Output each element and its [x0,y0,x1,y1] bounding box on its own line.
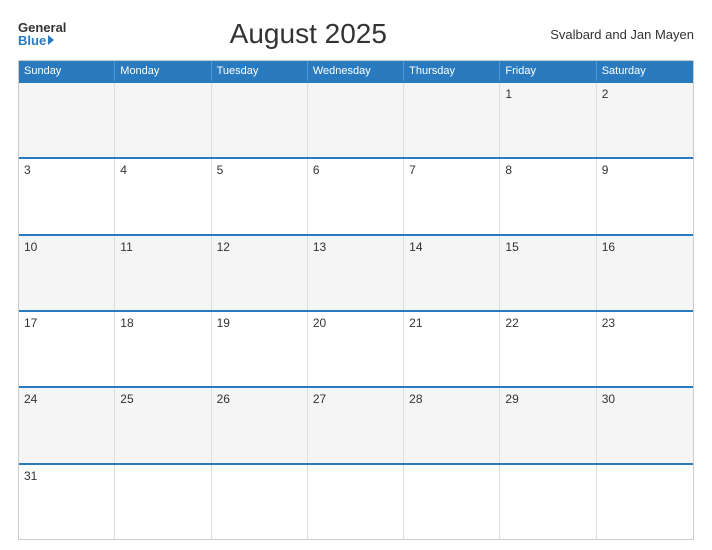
day-cell-27: 27 [308,388,404,462]
day-number: 10 [24,240,109,254]
day-cell-16: 16 [597,236,693,310]
day-cell-4: 4 [115,159,211,233]
day-number: 4 [120,163,205,177]
day-number: 22 [505,316,590,330]
day-cell-20: 20 [308,312,404,386]
day-number: 2 [602,87,688,101]
day-cell-30: 30 [597,388,693,462]
day-number: 6 [313,163,398,177]
day-cell-21: 21 [404,312,500,386]
day-cell-15: 15 [500,236,596,310]
day-cell-26: 26 [212,388,308,462]
day-number: 7 [409,163,494,177]
day-number: 16 [602,240,688,254]
day-cell-14: 14 [404,236,500,310]
day-number: 31 [24,469,109,483]
week-row-6: 31 [19,463,693,539]
day-number: 25 [120,392,205,406]
day-number: 14 [409,240,494,254]
day-number: 26 [217,392,302,406]
day-header-tuesday: Tuesday [212,61,308,81]
day-cell-2: 2 [597,83,693,157]
day-cell-10: 10 [19,236,115,310]
day-cell-7: 7 [404,159,500,233]
day-cell-13: 13 [308,236,404,310]
day-number: 8 [505,163,590,177]
day-number: 23 [602,316,688,330]
day-cell-9: 9 [597,159,693,233]
day-cell-empty [404,83,500,157]
day-number: 27 [313,392,398,406]
day-cell-17: 17 [19,312,115,386]
week-row-4: 17 18 19 20 21 22 23 [19,310,693,386]
day-headers-row: SundayMondayTuesdayWednesdayThursdayFrid… [19,61,693,81]
day-header-monday: Monday [115,61,211,81]
day-number: 12 [217,240,302,254]
day-number: 5 [217,163,302,177]
day-number: 17 [24,316,109,330]
day-number: 18 [120,316,205,330]
day-cell-empty [308,465,404,539]
day-cell-3: 3 [19,159,115,233]
calendar-page: General Blue August 2025 Svalbard and Ja… [0,0,712,550]
day-number: 15 [505,240,590,254]
day-number: 21 [409,316,494,330]
week-row-5: 24 25 26 27 28 29 30 [19,386,693,462]
day-cell-31: 31 [19,465,115,539]
day-number: 9 [602,163,688,177]
day-header-thursday: Thursday [404,61,500,81]
day-cell-empty [404,465,500,539]
day-number: 19 [217,316,302,330]
day-header-friday: Friday [500,61,596,81]
day-cell-empty [308,83,404,157]
day-cell-1: 1 [500,83,596,157]
day-number: 30 [602,392,688,406]
logo-blue-text: Blue [18,34,66,47]
day-cell-25: 25 [115,388,211,462]
weeks-container: 1234567891011121314151617181920212223242… [19,81,693,539]
day-number: 20 [313,316,398,330]
day-cell-12: 12 [212,236,308,310]
day-cell-empty [115,465,211,539]
day-number: 24 [24,392,109,406]
day-cell-empty [19,83,115,157]
week-row-2: 3456789 [19,157,693,233]
day-cell-empty [500,465,596,539]
day-cell-empty [212,83,308,157]
day-header-saturday: Saturday [597,61,693,81]
day-number: 29 [505,392,590,406]
day-cell-23: 23 [597,312,693,386]
day-cell-18: 18 [115,312,211,386]
day-number: 13 [313,240,398,254]
day-number: 3 [24,163,109,177]
day-cell-11: 11 [115,236,211,310]
week-row-3: 10 11 12 13 14 15 16 [19,234,693,310]
day-header-wednesday: Wednesday [308,61,404,81]
day-cell-empty [597,465,693,539]
month-title: August 2025 [66,18,550,50]
day-cell-empty [212,465,308,539]
day-cell-24: 24 [19,388,115,462]
logo-triangle-icon [48,35,54,45]
day-number: 1 [505,87,590,101]
day-cell-22: 22 [500,312,596,386]
day-cell-29: 29 [500,388,596,462]
day-cell-5: 5 [212,159,308,233]
day-number: 11 [120,240,205,254]
day-cell-8: 8 [500,159,596,233]
day-number: 28 [409,392,494,406]
region-label: Svalbard and Jan Mayen [550,27,694,42]
week-row-1: 12 [19,81,693,157]
day-cell-6: 6 [308,159,404,233]
header: General Blue August 2025 Svalbard and Ja… [18,18,694,50]
logo: General Blue [18,21,66,47]
calendar-grid: SundayMondayTuesdayWednesdayThursdayFrid… [18,60,694,540]
day-cell-empty [115,83,211,157]
day-cell-19: 19 [212,312,308,386]
day-cell-28: 28 [404,388,500,462]
day-header-sunday: Sunday [19,61,115,81]
